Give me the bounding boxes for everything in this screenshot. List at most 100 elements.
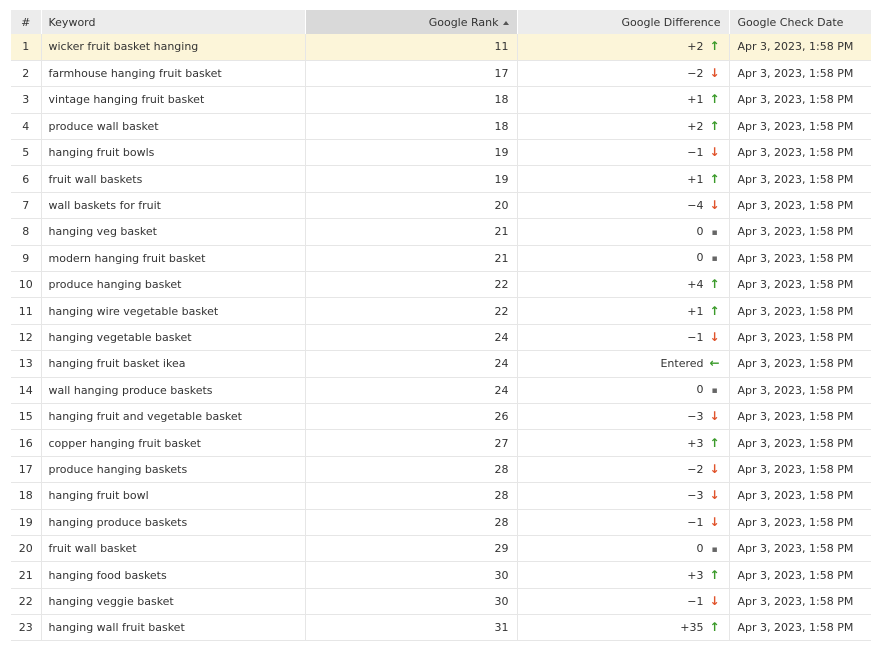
table-row[interactable]: 1 wicker fruit basket hanging 11 +2 ↑ Apr 3, …: [11, 34, 871, 61]
no-change-icon: ▪: [711, 254, 718, 265]
table-row[interactable]: 15 hanging fruit and vegetable basket 26 −3…: [11, 403, 871, 431]
table-row[interactable]: 19 hanging produce baskets 28 −1 ↓ Apr 3, 202…: [11, 509, 871, 536]
google-difference-cell: +1 ↑: [517, 86, 730, 114]
column-header-google-rank[interactable]: Google Rank: [305, 10, 518, 34]
google-check-date-cell: Apr 3, 2023, 1:58 PM: [729, 86, 871, 114]
table-row[interactable]: 21 hanging food baskets 30 +3 ↑ Apr 3, 2023, …: [11, 561, 871, 589]
difference-value: +3: [687, 436, 704, 450]
google-rank-cell: 24: [305, 377, 518, 404]
keyword-cell: hanging fruit basket ikea: [41, 350, 306, 378]
google-difference-cell: 0 ▪: [517, 535, 730, 563]
row-number: 13: [11, 350, 42, 378]
table-row[interactable]: 3 vintage hanging fruit basket 18 +1 ↑ Apr 3,…: [11, 86, 871, 114]
arrow-down-icon: ↓: [709, 593, 720, 608]
keyword-cell: wall hanging produce baskets: [41, 377, 306, 404]
keyword-cell: hanging fruit bowl: [41, 482, 306, 510]
arrow-down-icon: ↓: [709, 461, 720, 476]
google-check-date-cell: Apr 3, 2023, 1:58 PM: [729, 377, 871, 404]
google-rank-cell: 30: [305, 561, 518, 589]
google-check-date-cell: Apr 3, 2023, 1:58 PM: [729, 588, 871, 616]
table-row[interactable]: 14 wall hanging produce baskets 24 0 ▪ Apr 3,…: [11, 377, 871, 404]
difference-value: Entered: [660, 357, 704, 371]
google-difference-cell: −1 ↓: [517, 324, 730, 352]
google-check-date-cell: Apr 3, 2023, 1:58 PM: [729, 456, 871, 484]
table-row[interactable]: 8 hanging veg basket 21 0 ▪ Apr 3, 2023, 1:58…: [11, 218, 871, 246]
table-row[interactable]: 13 hanging fruit basket ikea 24 Entered ← Apr…: [11, 350, 871, 378]
arrow-up-icon: ↑: [709, 435, 720, 450]
column-header-google-check-date[interactable]: Google Check Date: [729, 10, 871, 34]
google-rank-cell: 18: [305, 86, 518, 114]
table-row[interactable]: 6 fruit wall baskets 19 +1 ↑ Apr 3, 2023, 1:5…: [11, 165, 871, 193]
google-rank-cell: 17: [305, 60, 518, 88]
keyword-cell: hanging fruit and vegetable basket: [41, 403, 306, 431]
table-row[interactable]: 9 modern hanging fruit basket 21 0 ▪ Apr 3, 2…: [11, 245, 871, 273]
table-row[interactable]: 16 copper hanging fruit basket 27 +3 ↑ Apr 3,…: [11, 429, 871, 457]
table-row[interactable]: 17 produce hanging baskets 28 −2 ↓ Apr 3, 202…: [11, 456, 871, 484]
google-difference-cell: −3 ↓: [517, 403, 730, 431]
rank-table-container: # Keyword Google Rank Google Difference …: [11, 10, 871, 642]
difference-value: −1: [687, 594, 704, 608]
row-number: 2: [11, 60, 42, 88]
row-number: 18: [11, 482, 42, 510]
difference-value: 0: [696, 251, 704, 265]
row-number: 19: [11, 509, 42, 536]
google-check-date-cell: Apr 3, 2023, 1:58 PM: [729, 614, 871, 642]
keyword-cell: hanging produce baskets: [41, 509, 306, 536]
difference-value: +4: [687, 278, 704, 292]
table-row[interactable]: 10 produce hanging basket 22 +4 ↑ Apr 3, 2023…: [11, 271, 871, 299]
keyword-cell: hanging wall fruit basket: [41, 614, 306, 642]
google-check-date-cell: Apr 3, 2023, 1:58 PM: [729, 297, 871, 325]
table-row[interactable]: 11 hanging wire vegetable basket 22 +1 ↑ Apr …: [11, 297, 871, 325]
table-row[interactable]: 18 hanging fruit bowl 28 −3 ↓ Apr 3, 2023, 1:…: [11, 482, 871, 510]
keyword-cell: produce hanging basket: [41, 271, 306, 299]
table-row[interactable]: 12 hanging vegetable basket 24 −1 ↓ Apr 3, 20…: [11, 324, 871, 352]
difference-value: +2: [687, 40, 704, 54]
row-number: 7: [11, 192, 42, 220]
table-row[interactable]: 7 wall baskets for fruit 20 −4 ↓ Apr 3, 2023,…: [11, 192, 871, 220]
google-difference-cell: −1 ↓: [517, 588, 730, 616]
row-number: 23: [11, 614, 42, 642]
google-rank-cell: 19: [305, 139, 518, 167]
google-difference-cell: −1 ↓: [517, 139, 730, 167]
arrow-up-icon: ↑: [709, 39, 720, 54]
keyword-cell: farmhouse hanging fruit basket: [41, 60, 306, 88]
google-difference-cell: −3 ↓: [517, 482, 730, 510]
google-check-date-cell: Apr 3, 2023, 1:58 PM: [729, 482, 871, 510]
difference-value: −2: [687, 67, 704, 81]
row-number: 9: [11, 245, 42, 273]
difference-value: −4: [687, 199, 704, 213]
difference-value: −1: [687, 146, 704, 160]
keyword-cell: hanging fruit bowls: [41, 139, 306, 167]
column-header-keyword[interactable]: Keyword: [41, 10, 306, 34]
table-row[interactable]: 5 hanging fruit bowls 19 −1 ↓ Apr 3, 2023, 1:…: [11, 139, 871, 167]
google-difference-cell: 0 ▪: [517, 245, 730, 273]
google-rank-cell: 19: [305, 165, 518, 193]
row-number: 3: [11, 86, 42, 114]
difference-value: +2: [687, 119, 704, 133]
difference-value: +1: [687, 172, 704, 186]
table-row[interactable]: 22 hanging veggie basket 30 −1 ↓ Apr 3, 2023,…: [11, 588, 871, 616]
arrow-down-icon: ↓: [709, 329, 720, 344]
google-difference-cell: +4 ↑: [517, 271, 730, 299]
table-row[interactable]: 20 fruit wall basket 29 0 ▪ Apr 3, 2023, 1:58…: [11, 535, 871, 563]
table-row[interactable]: 4 produce wall basket 18 +2 ↑ Apr 3, 2023, 1:…: [11, 113, 871, 141]
keyword-cell: produce hanging baskets: [41, 456, 306, 484]
google-check-date-cell: Apr 3, 2023, 1:58 PM: [729, 60, 871, 88]
google-rank-cell: 31: [305, 614, 518, 642]
column-header-google-difference[interactable]: Google Difference: [517, 10, 730, 34]
table-row[interactable]: 23 hanging wall fruit basket 31 +35 ↑ Apr 3, …: [11, 614, 871, 642]
table-header: # Keyword Google Rank Google Difference …: [11, 10, 871, 34]
difference-value: +1: [687, 93, 704, 107]
arrow-up-icon: ↑: [709, 92, 720, 107]
google-check-date-cell: Apr 3, 2023, 1:58 PM: [729, 350, 871, 378]
column-header-num[interactable]: #: [11, 10, 42, 34]
google-rank-cell: 18: [305, 113, 518, 141]
google-check-date-cell: Apr 3, 2023, 1:58 PM: [729, 165, 871, 193]
keyword-cell: hanging vegetable basket: [41, 324, 306, 352]
arrow-up-icon: ↑: [709, 171, 720, 186]
google-difference-cell: −1 ↓: [517, 509, 730, 536]
table-row[interactable]: 2 farmhouse hanging fruit basket 17 −2 ↓ Apr …: [11, 60, 871, 88]
google-rank-cell: 24: [305, 350, 518, 378]
arrow-up-icon: ↑: [709, 277, 720, 292]
google-difference-cell: +1 ↑: [517, 165, 730, 193]
